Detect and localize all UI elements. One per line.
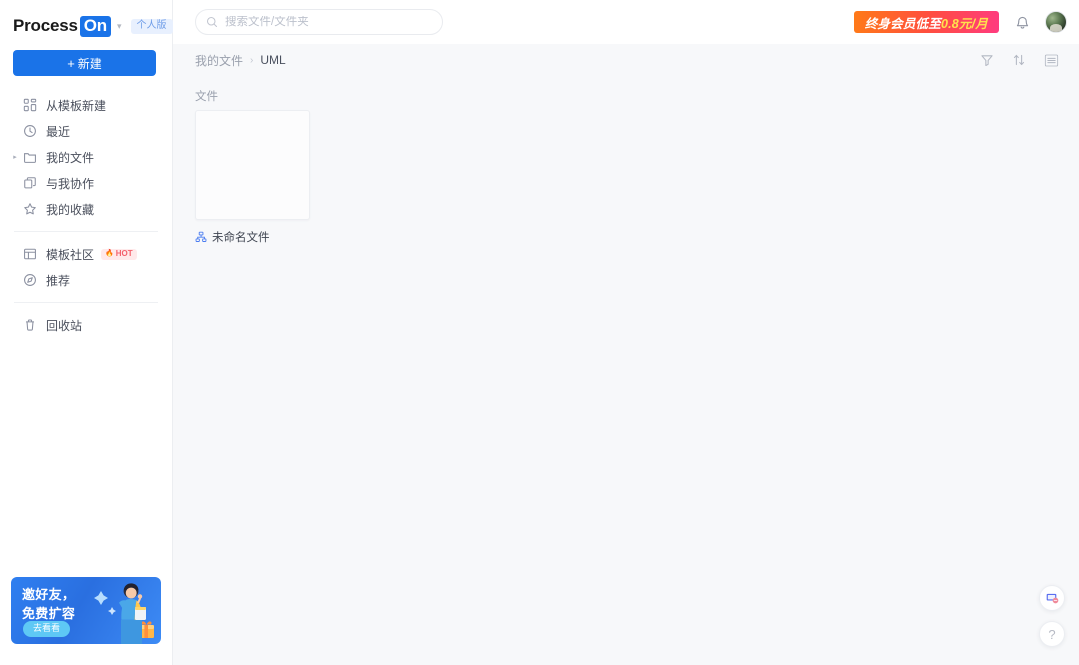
hot-badge: 🔥 HOT [101, 248, 137, 260]
avatar[interactable] [1045, 11, 1067, 33]
sidebar-item-collaborate[interactable]: 与我协作 [8, 170, 164, 196]
membership-promo-text: 终身会员低至 [864, 16, 941, 31]
main-area: 终身会员低至 0.8元/月 我的文件 › UML [173, 0, 1079, 665]
sidebar-item-label: 模板社区 [46, 247, 95, 262]
file-name-row: 未命名文件 [195, 229, 310, 245]
promo-cta-button[interactable]: 去看看 [23, 621, 71, 637]
sidebar-item-recent[interactable]: 最近 [8, 118, 164, 144]
folder-icon [22, 150, 37, 165]
logo-text-process: Process [13, 16, 78, 35]
search-box[interactable] [195, 9, 443, 35]
new-button[interactable]: + 新建 [13, 50, 156, 76]
sidebar-item-label: 最近 [46, 124, 71, 139]
sidebar-item-my-files[interactable]: ▸ 我的文件 [8, 144, 164, 170]
sidebar-nav: 从模板新建 最近 ▸ 我的文件 与我协作 我的收藏 模板社区 🔥 HOT 推荐 … [0, 92, 172, 338]
sidebar-divider [14, 231, 158, 232]
top-right-actions: 终身会员低至 0.8元/月 [853, 0, 1067, 44]
sidebar-item-label: 推荐 [46, 273, 71, 288]
floating-widgets: ? [1039, 585, 1065, 647]
file-thumbnail[interactable] [195, 110, 310, 220]
compass-icon [22, 273, 37, 288]
breadcrumb-parent[interactable]: 我的文件 [195, 52, 243, 69]
chevron-right-icon[interactable]: ▸ [10, 152, 20, 162]
sidebar-item-favorites[interactable]: 我的收藏 [8, 196, 164, 222]
sidebar-divider [14, 302, 158, 303]
diagram-icon [195, 231, 207, 243]
sidebar-item-label: 回收站 [46, 318, 83, 333]
help-icon[interactable]: ? [1039, 621, 1065, 647]
feedback-screen-icon[interactable] [1039, 585, 1065, 611]
hot-badge-label: HOT [115, 248, 133, 258]
search-input[interactable] [225, 16, 432, 28]
breadcrumb-separator-icon: › [250, 54, 254, 66]
sort-icon[interactable] [1009, 50, 1029, 70]
chevron-down-icon[interactable]: ▾ [117, 21, 122, 31]
content-header: 我的文件 › UML [173, 44, 1079, 76]
app-root: Process On ▾ 个人版 + 新建 从模板新建 最近 ▸ 我的文件 与我… [0, 0, 1079, 665]
sidebar-item-label: 我的收藏 [46, 202, 95, 217]
community-icon [22, 247, 37, 262]
promo-illustration [94, 583, 154, 644]
sidebar-item-label: 我的文件 [46, 150, 95, 165]
flame-icon: 🔥 [105, 250, 114, 257]
breadcrumb: 我的文件 › UML [195, 52, 286, 69]
list-view-icon[interactable] [1041, 50, 1061, 70]
template-grid-icon [22, 98, 37, 113]
sidebar-item-label: 从模板新建 [46, 98, 107, 113]
file-card[interactable]: 未命名文件 [195, 110, 310, 245]
search-icon [206, 16, 218, 28]
clock-icon [22, 124, 37, 139]
promo-text: 邀好友， 免费扩容 [22, 586, 75, 624]
top-bar: 终身会员低至 0.8元/月 [173, 0, 1079, 44]
filter-icon[interactable] [977, 50, 997, 70]
bell-icon[interactable] [1012, 12, 1032, 32]
plus-icon: + [67, 55, 75, 71]
sidebar-item-template-community[interactable]: 模板社区 🔥 HOT [8, 241, 164, 267]
content-toolbar [977, 50, 1061, 70]
new-button-label: 新建 [77, 56, 102, 71]
star-icon [22, 202, 37, 217]
sidebar-item-label: 与我协作 [46, 176, 95, 191]
sidebar-item-recommend[interactable]: 推荐 [8, 267, 164, 293]
promo-line1: 邀好友， [22, 587, 76, 602]
help-glyph: ? [1048, 626, 1056, 642]
file-grid: 未命名文件 [173, 110, 1079, 245]
membership-promo-price: 0.8元/月 [940, 16, 988, 31]
trash-icon [22, 318, 37, 333]
membership-promo-banner[interactable]: 终身会员低至 0.8元/月 [853, 11, 999, 33]
processon-logo[interactable]: Process On [13, 15, 111, 37]
edition-badge[interactable]: 个人版 [130, 18, 173, 34]
breadcrumb-current: UML [260, 53, 286, 67]
file-name: 未命名文件 [212, 232, 270, 244]
collaborate-icon [22, 176, 37, 191]
logo-text-on: On [79, 15, 111, 37]
sidebar: Process On ▾ 个人版 + 新建 从模板新建 最近 ▸ 我的文件 与我… [0, 0, 173, 665]
sidebar-item-recycle-bin[interactable]: 回收站 [8, 312, 164, 338]
invite-friends-promo-card[interactable]: 邀好友， 免费扩容 去看看 [11, 577, 161, 644]
section-label: 文件 [195, 91, 218, 103]
sidebar-item-template-new[interactable]: 从模板新建 [8, 92, 164, 118]
brand-row: Process On ▾ 个人版 [0, 0, 173, 38]
